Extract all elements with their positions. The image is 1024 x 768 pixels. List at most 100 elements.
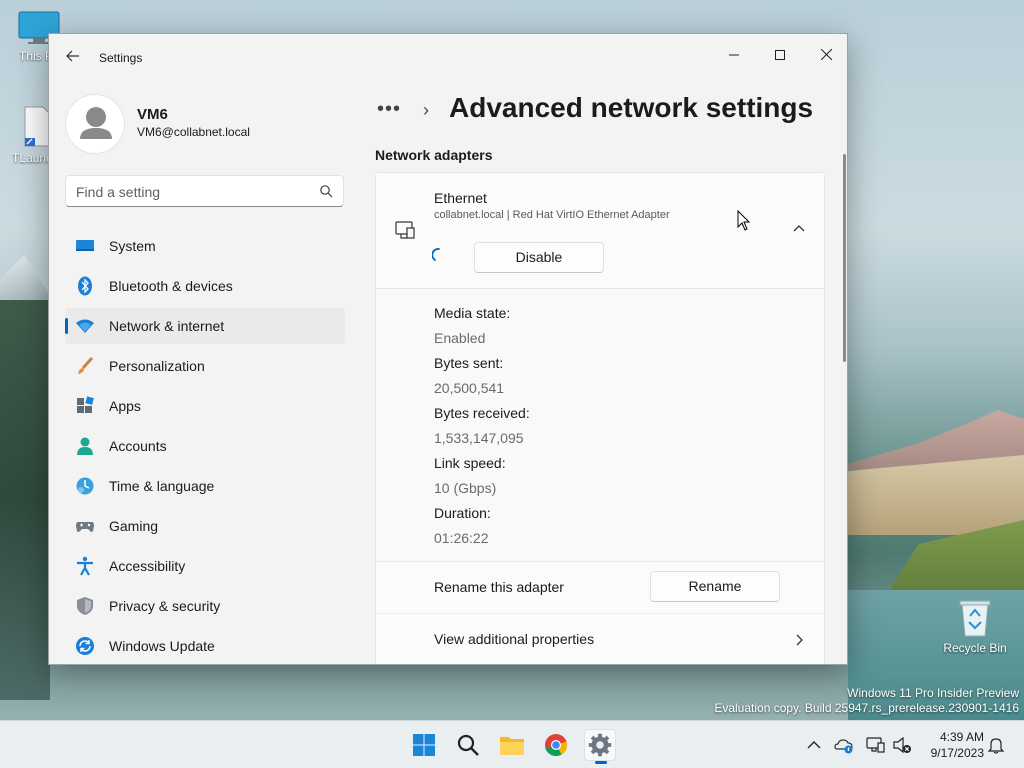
taskbar-search-button[interactable] bbox=[452, 729, 484, 761]
file-explorer-button[interactable] bbox=[496, 729, 528, 761]
avatar[interactable] bbox=[65, 94, 125, 154]
rename-button[interactable]: Rename bbox=[650, 571, 780, 602]
adapter-card-header[interactable]: Ethernet collabnet.local | Red Hat VirtI… bbox=[376, 173, 824, 289]
view-additional-properties-row[interactable]: View additional properties bbox=[376, 613, 824, 664]
sidebar-item-label: Apps bbox=[109, 398, 141, 414]
property-label: Bytes received: bbox=[434, 405, 530, 421]
system-icon bbox=[76, 240, 94, 251]
bluetooth-icon bbox=[78, 276, 92, 296]
chevron-right-icon bbox=[796, 634, 803, 646]
file-explorer-icon bbox=[500, 737, 524, 755]
start-icon bbox=[413, 734, 435, 756]
sidebar-nav: System Bluetooth & devices Network & int… bbox=[65, 228, 345, 664]
ethernet-adapter-icon bbox=[395, 221, 415, 239]
chrome-button[interactable] bbox=[540, 729, 572, 761]
settings-window: Settings VM6 VM6@collabnet.local System … bbox=[48, 33, 848, 665]
chevron-up-icon[interactable] bbox=[792, 223, 806, 233]
search-icon[interactable] bbox=[319, 184, 333, 198]
search-input[interactable] bbox=[76, 182, 306, 202]
sidebar-item-personalization[interactable]: Personalization bbox=[65, 348, 345, 384]
brush-icon bbox=[78, 356, 94, 374]
adapter-card: Ethernet collabnet.local | Red Hat VirtI… bbox=[375, 172, 825, 664]
clock-date[interactable]: 9/17/2023 bbox=[918, 746, 984, 760]
profile-email: VM6@collabnet.local bbox=[137, 125, 250, 139]
property-value: Enabled bbox=[434, 330, 486, 346]
build-watermark: Windows 11 Pro Insider Preview Evaluatio… bbox=[714, 686, 1019, 716]
adapter-properties: Media state: Enabled Bytes sent: 20,500,… bbox=[376, 289, 824, 561]
property-value: 20,500,541 bbox=[434, 380, 505, 396]
chrome-icon bbox=[545, 734, 568, 757]
property-label: Media state: bbox=[434, 305, 511, 321]
sidebar-item-label: Bluetooth & devices bbox=[109, 278, 233, 294]
sidebar-item-label: Accessibility bbox=[109, 558, 186, 574]
breadcrumb-overflow-button[interactable]: ••• bbox=[377, 98, 401, 121]
sidebar-item-windows-update[interactable]: Windows Update bbox=[65, 628, 345, 664]
notification-bell-icon[interactable] bbox=[986, 735, 1006, 755]
adapter-name: Ethernet bbox=[434, 190, 487, 206]
maximize-button[interactable] bbox=[757, 40, 803, 70]
search-icon bbox=[457, 734, 479, 756]
view-additional-properties-label: View additional properties bbox=[434, 631, 595, 647]
minimize-icon bbox=[729, 54, 739, 56]
sidebar-item-label: Gaming bbox=[109, 518, 159, 534]
active-indicator bbox=[595, 761, 607, 764]
chevron-up-icon[interactable] bbox=[804, 735, 824, 755]
sidebar-item-system[interactable]: System bbox=[65, 228, 345, 264]
start-button[interactable] bbox=[408, 729, 440, 761]
sidebar-item-gaming[interactable]: Gaming bbox=[65, 508, 345, 544]
disable-button[interactable]: Disable bbox=[474, 242, 604, 273]
minimize-button[interactable] bbox=[711, 40, 757, 70]
rename-adapter-row: Rename this adapter Rename bbox=[376, 561, 824, 613]
adapter-description: collabnet.local | Red Hat VirtIO Etherne… bbox=[434, 209, 670, 221]
scrollbar-thumb[interactable] bbox=[843, 154, 846, 362]
desktop-icon-label: Recycle Bin bbox=[943, 641, 1007, 655]
profile-name: VM6 bbox=[137, 106, 168, 123]
sidebar-item-network[interactable]: Network & internet bbox=[65, 308, 345, 344]
sidebar-item-label: Network & internet bbox=[109, 318, 225, 334]
app-title: Settings bbox=[99, 51, 143, 65]
user-icon bbox=[80, 107, 112, 139]
sidebar-item-time-language[interactable]: Time & language bbox=[65, 468, 345, 504]
sidebar-item-label: Time & language bbox=[109, 478, 215, 494]
shield-icon bbox=[77, 597, 93, 615]
rename-adapter-label: Rename this adapter bbox=[434, 579, 564, 595]
watermark-line-1: Windows 11 Pro Insider Preview bbox=[847, 686, 1019, 700]
desktop-icon-recycle-bin[interactable]: Recycle Bin bbox=[940, 598, 1010, 655]
time-language-icon bbox=[76, 477, 94, 495]
accessibility-icon bbox=[77, 556, 93, 576]
title-bar[interactable]: Settings bbox=[49, 34, 847, 82]
property-label: Link speed: bbox=[434, 455, 506, 471]
apps-icon bbox=[77, 396, 94, 413]
sidebar-item-label: System bbox=[109, 238, 156, 254]
sidebar-item-privacy-security[interactable]: Privacy & security bbox=[65, 588, 345, 624]
sidebar-item-accounts[interactable]: Accounts bbox=[65, 428, 345, 464]
breadcrumb-chevron-icon: › bbox=[423, 100, 429, 120]
close-icon bbox=[820, 48, 832, 61]
sidebar-item-apps[interactable]: Apps bbox=[65, 388, 345, 424]
sidebar-item-bluetooth[interactable]: Bluetooth & devices bbox=[65, 268, 345, 304]
gaming-icon bbox=[76, 522, 94, 532]
taskbar: 4:39 AM 9/17/2023 bbox=[0, 720, 1024, 768]
sidebar-item-label: Windows Update bbox=[109, 638, 215, 654]
property-value: 1,533,147,095 bbox=[434, 430, 524, 446]
clock-time[interactable]: 4:39 AM bbox=[928, 730, 984, 744]
watermark-line-2: Evaluation copy. Build 25947.rs_prerelea… bbox=[714, 701, 1019, 715]
network-status-icon[interactable] bbox=[866, 735, 886, 755]
page-title: Advanced network settings bbox=[449, 92, 814, 123]
settings-icon bbox=[588, 733, 612, 757]
desktop-icon-label: TLauncher bbox=[12, 151, 52, 165]
volume-muted-icon[interactable] bbox=[892, 735, 912, 755]
update-icon bbox=[76, 637, 94, 655]
back-arrow-icon bbox=[66, 50, 79, 62]
sidebar-item-accessibility[interactable]: Accessibility bbox=[65, 548, 345, 584]
mouse-cursor-icon bbox=[737, 210, 751, 231]
property-value: 10 (Gbps) bbox=[434, 480, 497, 496]
back-button[interactable] bbox=[61, 47, 85, 69]
sidebar-item-label: Accounts bbox=[109, 438, 167, 454]
settings-taskbar-button[interactable] bbox=[584, 729, 616, 764]
close-button[interactable] bbox=[803, 40, 847, 70]
sidebar-item-label: Privacy & security bbox=[109, 598, 221, 614]
wallpaper-forest bbox=[0, 300, 50, 700]
search-box[interactable] bbox=[65, 175, 344, 207]
onedrive-icon[interactable] bbox=[834, 735, 854, 755]
